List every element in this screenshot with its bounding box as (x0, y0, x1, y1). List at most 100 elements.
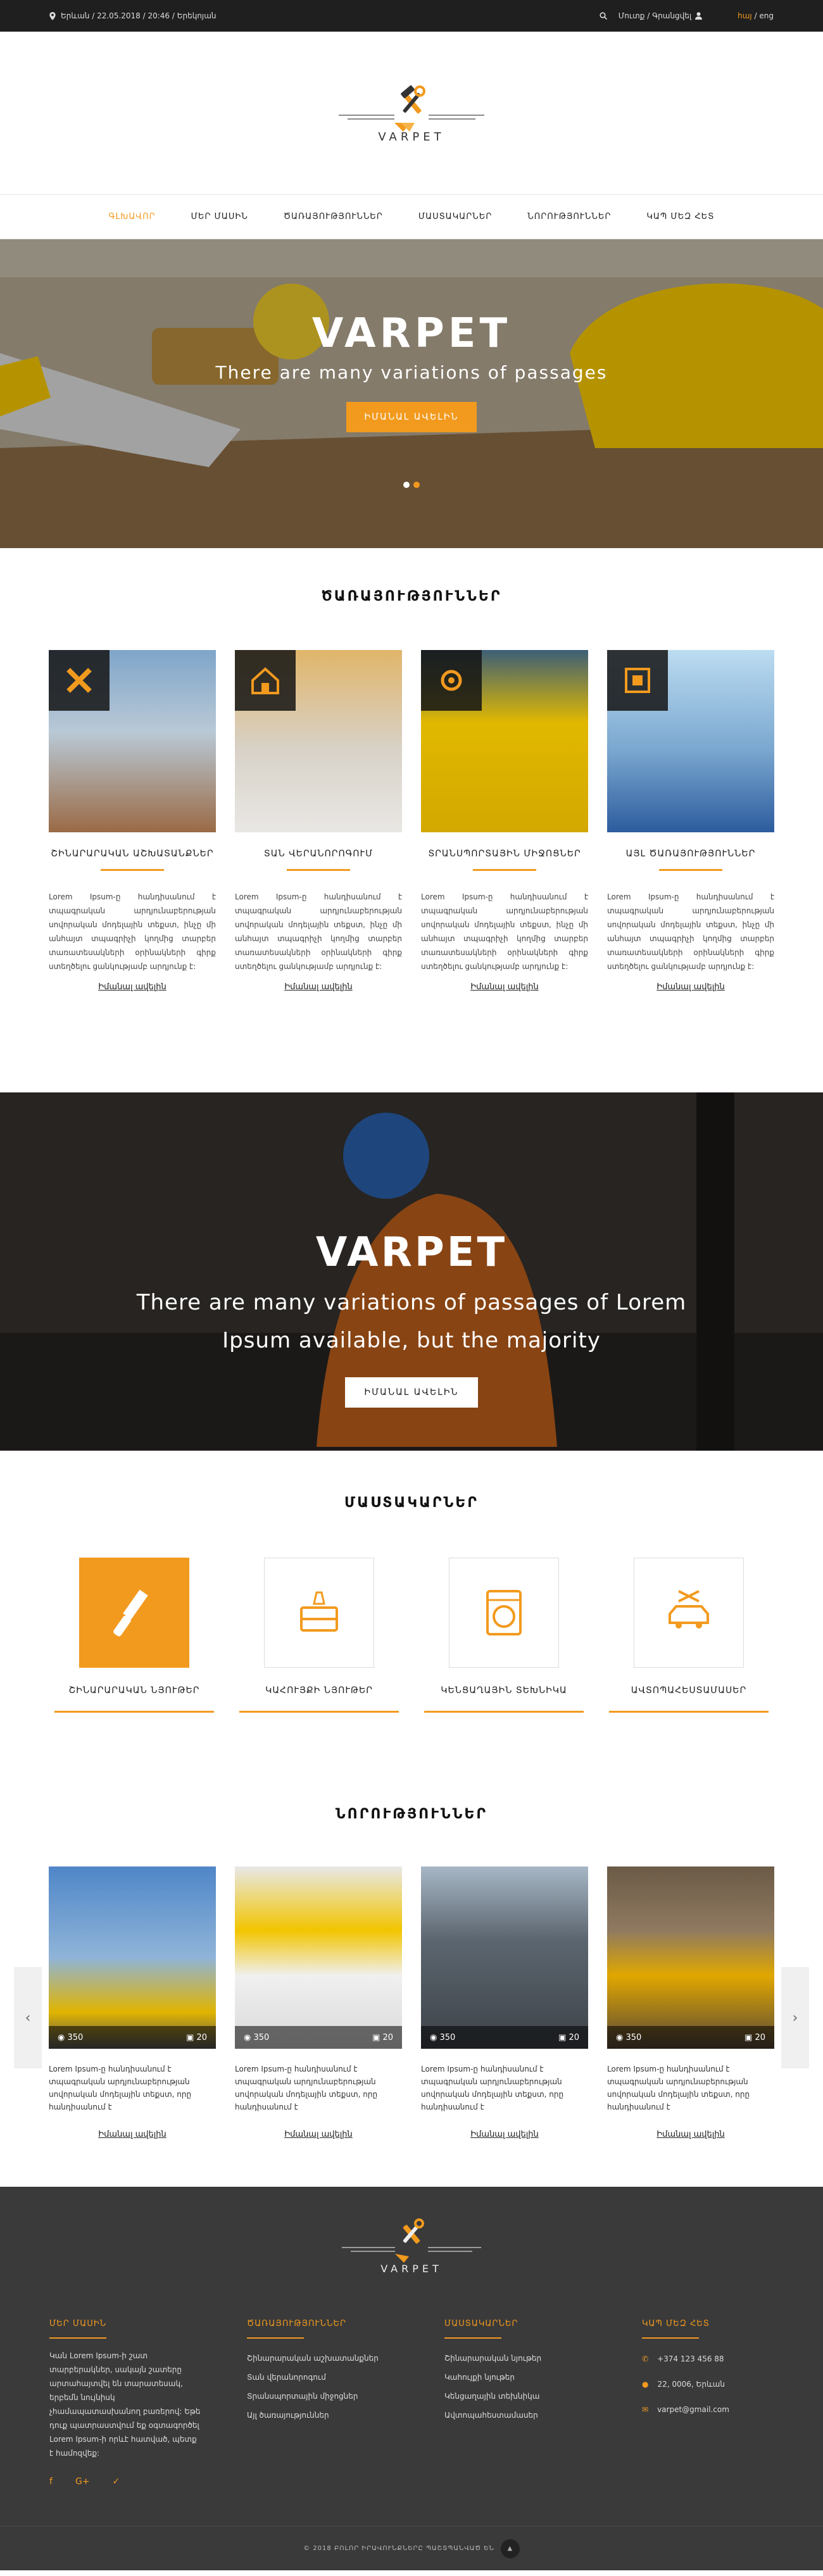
footer-logo[interactable]: VARPET (0, 2187, 823, 2275)
service-more-link[interactable]: Իմանալ ավելին (607, 982, 774, 992)
comment-icon: ▣ (558, 2032, 567, 2042)
slider-dot-2[interactable] (413, 482, 420, 488)
nav-home[interactable]: ԳԼԽԱՎՈՐ (91, 212, 173, 222)
footer-link[interactable]: Կենցաղային տեխնիկա (444, 2387, 642, 2406)
twitter-icon[interactable]: ✓ (113, 2477, 120, 2487)
news-image[interactable]: ◉ 350 ▣ 20 (235, 1866, 402, 2049)
title-underline (101, 869, 164, 871)
social-links: f G+ ✓ (49, 2477, 247, 2487)
news-section: ՆՈՐՈՒԹՅՈՒՆՆԵՐ ‹ › ◉ 350 ▣ 20 Lorem Ipsum… (0, 1758, 823, 2187)
views-value: 350 (439, 2032, 456, 2042)
nav-about[interactable]: ՄԵՐ ՄԱՍԻՆ (173, 212, 266, 222)
service-card: ՏՐԱՆՍՊՈՐՏԱՅԻՆ ՄԻՋՈՑՆԵՐ Lorem Ipsum-ը հան… (421, 650, 588, 992)
google-plus-icon[interactable]: G+ (75, 2477, 90, 2487)
master-card[interactable]: ԿԱՀՈՒՅՔԻ ՆՅՈՒԹԵՐ (239, 1558, 399, 1713)
footer-link[interactable]: Շինարարական աշխատանքներ (247, 2349, 444, 2368)
news-text: Lorem Ipsum-ը հանդիսանում է տպագրական ար… (235, 2065, 378, 2111)
hero-subtitle: There are many variations of passages (215, 362, 608, 383)
footer-link[interactable]: Այլ ծառայություններ (247, 2406, 444, 2425)
news-more-link[interactable]: Իմանալ ավելին (421, 2130, 588, 2139)
eye-icon: ◉ (430, 2032, 437, 2042)
masters-section: ՄԱՍՏԱԿԱՐՆԵՐ ՇԻՆԱՐԱՐԱԿԱՆ ՆՅՈՒԹԵՐ ԿԱՀՈՒՅՔԻ… (0, 1451, 823, 1758)
footer-underline (49, 2337, 106, 2339)
footer-bottom-bar: © 2018 ԲՈԼՈՐ ԻՐԱՎՈՒՆՔՆԵՐԸ ՊԱՇՏՊԱՆՎԱԾ ԵՆ … (0, 2526, 823, 2570)
master-title: ԿԱՀՈՒՅՔԻ ՆՅՈՒԹԵՐ (265, 1685, 373, 1696)
chevron-right-icon[interactable]: › (781, 1967, 809, 2068)
news-card: ◉ 350 ▣ 20 Lorem Ipsum-ը հանդիսանում է տ… (421, 1866, 588, 2139)
banner-learn-more-button[interactable]: ԻՄԱՆԱԼ ԱՎԵԼԻՆ (345, 1377, 478, 1408)
footer-about-text: Կան Lorem Ipsum-ի շատ տարբերակներ, սակայ… (49, 2351, 201, 2458)
top-bar: Երևան / 22.05.2018 / 20:46 / Երեկոյան Մո… (0, 0, 823, 32)
chevron-left-icon[interactable]: ‹ (14, 1967, 42, 2068)
contact-email[interactable]: varpet@gmail.com (657, 2397, 729, 2422)
banner-subtitle-line-2: Ipsum available, but the majority (222, 1328, 601, 1353)
footer-masters-title: ՄԱՍՏԱԿԱՐՆԵՐ (444, 2319, 518, 2329)
service-image[interactable] (49, 650, 216, 832)
hero-learn-more-button[interactable]: ԻՄԱՆԱԼ ԱՎԵԼԻՆ (346, 402, 477, 432)
washing-machine-icon (449, 1558, 559, 1668)
service-image[interactable] (421, 650, 588, 832)
footer-about-title: ՄԵՐ ՄԱՍԻՆ (49, 2319, 107, 2329)
comments-value: 20 (196, 2032, 207, 2042)
master-card[interactable]: ՇԻՆԱՐԱՐԱԿԱՆ ՆՅՈՒԹԵՐ (54, 1558, 214, 1713)
house-icon (235, 650, 296, 711)
news-text: Lorem Ipsum-ը հանդիսանում է տպագրական ար… (421, 2065, 564, 2111)
nav-masters[interactable]: ՄԱՍՏԱԿԱՐՆԵՐ (401, 212, 510, 222)
service-card: ՏԱՆ ՎԵՐԱՆՈՐՈԳՈՒՄ Lorem Ipsum-ը հանդիսանո… (235, 650, 402, 992)
login-register-link[interactable]: Մուտք / Գրանցվել (619, 11, 691, 20)
services-section: ԾԱՌԱՅՈՒԹՅՈՒՆՆԵՐ ՇԻՆԱՐԱՐԱԿԱՆ ԱՇԽԱՏԱՆՔՆԵՐ … (0, 548, 823, 1092)
news-more-link[interactable]: Իմանալ ավելին (49, 2130, 216, 2139)
title-underline (473, 869, 536, 871)
service-text: Lorem Ipsum-ը հանդիսանում է տպագրական ար… (607, 892, 774, 971)
search-icon[interactable] (600, 12, 607, 20)
location-pin-icon (49, 11, 56, 20)
service-more-link[interactable]: Իմանալ ավելին (49, 982, 216, 992)
news-image[interactable]: ◉ 350 ▣ 20 (49, 1866, 216, 2049)
service-more-link[interactable]: Իմանալ ավելին (421, 982, 588, 992)
comment-icon: ▣ (744, 2032, 753, 2042)
footer-link[interactable]: Տրանսպորտային միջոցներ (247, 2387, 444, 2406)
nav-services[interactable]: ԾԱՌԱՅՈՒԹՅՈՒՆՆԵՐ (266, 212, 401, 222)
user-icon[interactable] (695, 12, 703, 20)
logo-tools-icon (342, 2218, 481, 2263)
service-more-link[interactable]: Իմանալ ավելին (235, 982, 402, 992)
service-card: ԱՅԼ ԾԱՌԱՅՈՒԹՅՈՒՆՆԵՐ Lorem Ipsum-ը հանդիս… (607, 650, 774, 992)
comments-value: 20 (755, 2032, 765, 2042)
facebook-icon[interactable]: f (49, 2477, 53, 2487)
footer-masters: ՄԱՍՏԱԿԱՐՆԵՐ Շինարարական նյութեր Կահույքի… (444, 2319, 642, 2487)
comments-count: ▣ 20 (372, 2033, 393, 2042)
nav-contact[interactable]: ԿԱՊ ՄԵԶ ՀԵՏ (629, 212, 732, 222)
master-card[interactable]: ԿԵՆՑԱՂԱՅԻՆ ՏԵԽՆԻԿԱ (424, 1558, 584, 1713)
nav-news[interactable]: ՆՈՐՈՒԹՅՈՒՆՆԵՐ (510, 212, 629, 222)
news-more-link[interactable]: Իմանալ ավելին (607, 2130, 774, 2139)
eye-icon: ◉ (58, 2032, 65, 2042)
news-image[interactable]: ◉ 350 ▣ 20 (607, 1866, 774, 2049)
gear-icon (421, 650, 482, 711)
service-image[interactable] (235, 650, 402, 832)
slider-dot-1[interactable] (403, 482, 410, 488)
footer-link[interactable]: Տան վերանորոգում (247, 2368, 444, 2387)
footer-underline (247, 2337, 304, 2339)
news-image[interactable]: ◉ 350 ▣ 20 (421, 1866, 588, 2049)
footer-link[interactable]: Շինարարական նյութեր (444, 2349, 642, 2368)
service-image[interactable] (607, 650, 774, 832)
service-title: ԱՅԼ ԾԱՌԱՅՈՒԹՅՈՒՆՆԵՐ (625, 849, 756, 859)
footer-link[interactable]: Ավտոպահեստամասեր (444, 2406, 642, 2425)
news-more-link[interactable]: Իմանալ ավելին (235, 2130, 402, 2139)
footer-link[interactable]: Կահույքի նյութեր (444, 2368, 642, 2387)
contact-phone[interactable]: +374 123 456 88 (657, 2346, 724, 2372)
paint-brush-icon (79, 1558, 189, 1668)
lang-hy[interactable]: հայ (738, 11, 752, 20)
master-title: ԱՎՏՈՊԱՀԵՍՏԱՄԱՍԵՐ (631, 1685, 747, 1696)
site-header: VARPET (0, 32, 823, 195)
service-text: Lorem Ipsum-ը հանդիսանում է տպագրական ար… (49, 892, 216, 971)
phone-icon: ✆ (642, 2354, 649, 2363)
lang-en[interactable]: eng (759, 11, 774, 20)
site-logo[interactable]: VARPET (320, 82, 503, 144)
master-underline (239, 1711, 399, 1713)
footer-underline (444, 2337, 501, 2339)
master-card[interactable]: ԱՎՏՈՊԱՀԵՍՏԱՄԱՍԵՐ (609, 1558, 769, 1713)
location-pin-icon: ● (642, 2380, 649, 2389)
scroll-top-icon[interactable]: ▲ (500, 2539, 520, 2558)
views-count: ◉ 350 (430, 2033, 455, 2042)
